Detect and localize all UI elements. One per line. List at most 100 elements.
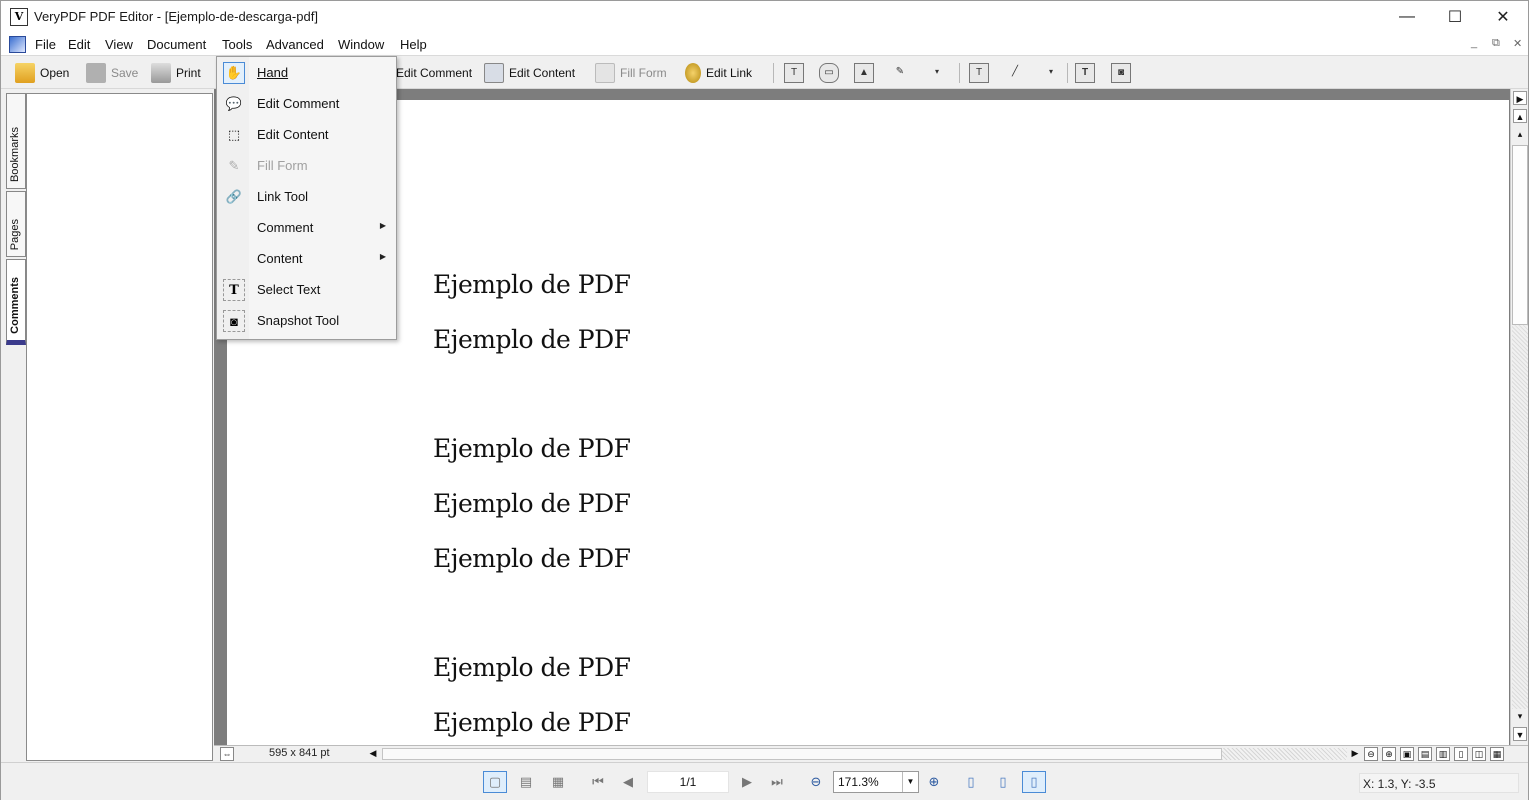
- print-button[interactable]: Print: [151, 61, 201, 85]
- page-up-icon[interactable]: ▲: [1513, 109, 1527, 123]
- snapshot-icon[interactable]: ◙: [1111, 63, 1131, 83]
- menu-item-label: Link Tool: [257, 189, 309, 204]
- menu-item-link-tool[interactable]: 🔗 Link Tool: [217, 181, 396, 212]
- tab-pages[interactable]: Pages: [6, 191, 26, 257]
- scroll-right-arrow-icon[interactable]: ▶: [1513, 91, 1527, 105]
- pencil-icon[interactable]: ✎: [890, 63, 910, 83]
- stamp-icon[interactable]: ▲: [854, 63, 874, 83]
- facing-view-button[interactable]: ▦: [546, 771, 570, 793]
- close-button[interactable]: ✕: [1479, 1, 1527, 33]
- fit-width-icon[interactable]: ▥: [1436, 747, 1450, 761]
- open-button[interactable]: Open: [15, 61, 69, 85]
- continuous-view-button[interactable]: ▤: [514, 771, 538, 793]
- zoom-out-small-icon[interactable]: ⊖: [1364, 747, 1378, 761]
- chevron-down-icon[interactable]: ▼: [902, 772, 918, 792]
- tools-menu: ✋ Hand 💬 Edit Comment ⬚ Edit Content ✎ F…: [216, 56, 397, 340]
- menu-item-snapshot-tool[interactable]: ◙ Snapshot Tool: [217, 305, 396, 336]
- fill-form-button[interactable]: Fill Form: [595, 61, 667, 85]
- menu-help[interactable]: Help: [400, 37, 427, 52]
- save-button[interactable]: Save: [86, 61, 138, 85]
- document-icon[interactable]: [9, 36, 26, 53]
- edit-content-icon: ⬚: [227, 127, 241, 142]
- horizontal-scroll-thumb[interactable]: [382, 748, 1222, 760]
- pdf-page[interactable]: Ejemplo de PDF Ejemplo de PDF Ejemplo de…: [227, 100, 1509, 745]
- fit-page-icon[interactable]: ▣: [1400, 747, 1414, 761]
- page-number-input[interactable]: 1/1: [647, 771, 729, 793]
- pdf-text-line: Ejemplo de PDF: [433, 270, 631, 299]
- page-down-icon[interactable]: ▼: [1513, 727, 1527, 741]
- chevron-down-icon[interactable]: ▾: [927, 63, 947, 83]
- menu-file[interactable]: File: [35, 37, 56, 52]
- mdi-minimize-button[interactable]: _: [1471, 37, 1477, 49]
- insert-text-icon[interactable]: T: [969, 63, 989, 83]
- vertical-scroll-thumb[interactable]: [1512, 145, 1528, 325]
- vertical-scrollbar[interactable]: ▶ ▲ ▴ ▾ ▼: [1510, 89, 1528, 745]
- scroll-left-icon[interactable]: ◀: [366, 747, 380, 761]
- last-page-button[interactable]: ⏭: [765, 771, 789, 793]
- menu-item-fill-form[interactable]: ✎ Fill Form: [217, 150, 396, 181]
- fit-width-button[interactable]: ▯: [1022, 771, 1046, 793]
- menu-item-content[interactable]: Content ▶: [217, 243, 396, 274]
- menu-item-comment[interactable]: Comment ▶: [217, 212, 396, 243]
- grid-view-icon[interactable]: ▦: [1490, 747, 1504, 761]
- submenu-arrow-icon: ▶: [379, 252, 386, 261]
- menu-edit[interactable]: Edit: [68, 37, 90, 52]
- edit-comment-button[interactable]: Edit Comment: [396, 61, 472, 85]
- toolbar-separator: [959, 63, 960, 83]
- fit-page-button[interactable]: ▯: [991, 771, 1015, 793]
- zoom-in-small-icon[interactable]: ⊕: [1382, 747, 1396, 761]
- menu-bar: File Edit View Document Tools Advanced W…: [1, 33, 1528, 56]
- hand-icon: ✋: [223, 62, 245, 84]
- menu-item-label: Edit Content: [257, 127, 329, 142]
- menu-item-select-text[interactable]: T Select Text: [217, 274, 396, 305]
- single-page-view-button[interactable]: ▢: [483, 771, 507, 793]
- window-title: VeryPDF PDF Editor - [Ejemplo-de-descarg…: [34, 9, 318, 24]
- previous-page-button[interactable]: ◀: [616, 771, 640, 793]
- menu-window[interactable]: Window: [338, 37, 384, 52]
- select-text-icon[interactable]: T: [1075, 63, 1095, 83]
- scroll-down-icon[interactable]: ▾: [1513, 709, 1527, 723]
- menu-view[interactable]: View: [105, 37, 133, 52]
- tab-comments-label: Comments: [9, 277, 21, 334]
- menu-item-edit-comment[interactable]: 💬 Edit Comment: [217, 88, 396, 119]
- save-label: Save: [111, 66, 139, 80]
- scroll-right-icon[interactable]: ▶: [1348, 747, 1362, 761]
- actual-size-icon[interactable]: ▤: [1418, 747, 1432, 761]
- note-comment-icon[interactable]: ▭: [819, 63, 839, 83]
- submenu-arrow-icon: ▶: [379, 221, 386, 230]
- maximize-button[interactable]: ☐: [1431, 1, 1479, 33]
- menu-item-label: Hand: [257, 65, 289, 80]
- menu-item-edit-content[interactable]: ⬚ Edit Content: [217, 119, 396, 150]
- single-page-icon[interactable]: ▯: [1454, 747, 1468, 761]
- zoom-out-icon[interactable]: ⊖: [804, 771, 828, 793]
- first-page-button[interactable]: ⏮: [586, 771, 610, 793]
- text-box-icon[interactable]: T: [784, 63, 804, 83]
- edit-content-button[interactable]: Edit Content: [484, 61, 575, 85]
- menu-tools[interactable]: Tools: [222, 37, 252, 52]
- zoom-in-icon[interactable]: ⊕: [922, 771, 946, 793]
- actual-size-button[interactable]: ▯: [959, 771, 983, 793]
- split-handle-icon[interactable]: ⇔: [220, 747, 234, 761]
- mdi-restore-button[interactable]: ⧉: [1492, 37, 1500, 50]
- chevron-down-icon[interactable]: ▾: [1041, 63, 1061, 83]
- tab-comments[interactable]: Comments: [6, 259, 26, 345]
- tab-bookmarks[interactable]: Bookmarks: [6, 93, 26, 189]
- comments-panel[interactable]: [26, 93, 213, 761]
- vertical-scroll-track[interactable]: [1512, 325, 1528, 709]
- mdi-close-button[interactable]: ✕: [1513, 37, 1522, 50]
- line-tool-icon[interactable]: ╱: [1005, 63, 1025, 83]
- edit-link-button[interactable]: Edit Link: [685, 61, 752, 85]
- menu-document[interactable]: Document: [147, 37, 206, 52]
- menu-advanced[interactable]: Advanced: [266, 37, 324, 52]
- two-page-icon[interactable]: ◫: [1472, 747, 1486, 761]
- save-icon: [86, 63, 106, 83]
- horizontal-scroll-track[interactable]: [1222, 748, 1347, 760]
- menu-item-hand[interactable]: ✋ Hand: [217, 57, 396, 88]
- cursor-select-icon: [484, 63, 504, 83]
- title-bar: V VeryPDF PDF Editor - [Ejemplo-de-desca…: [1, 1, 1528, 33]
- zoom-select[interactable]: 171.3% ▼: [833, 771, 919, 793]
- scroll-up-icon[interactable]: ▴: [1513, 127, 1527, 141]
- next-page-button[interactable]: ▶: [735, 771, 759, 793]
- minimize-button[interactable]: —: [1383, 1, 1431, 33]
- fill-form-icon: ✎: [228, 158, 240, 173]
